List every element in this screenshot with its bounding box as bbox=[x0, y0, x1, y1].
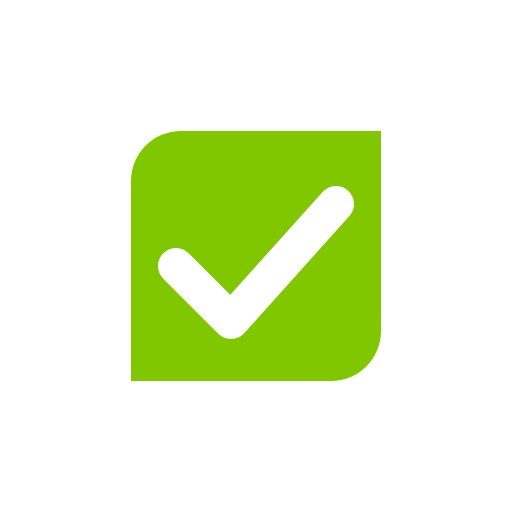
checkmark-icon bbox=[131, 131, 381, 381]
logo-tile bbox=[131, 131, 381, 381]
icon-canvas bbox=[0, 0, 512, 512]
